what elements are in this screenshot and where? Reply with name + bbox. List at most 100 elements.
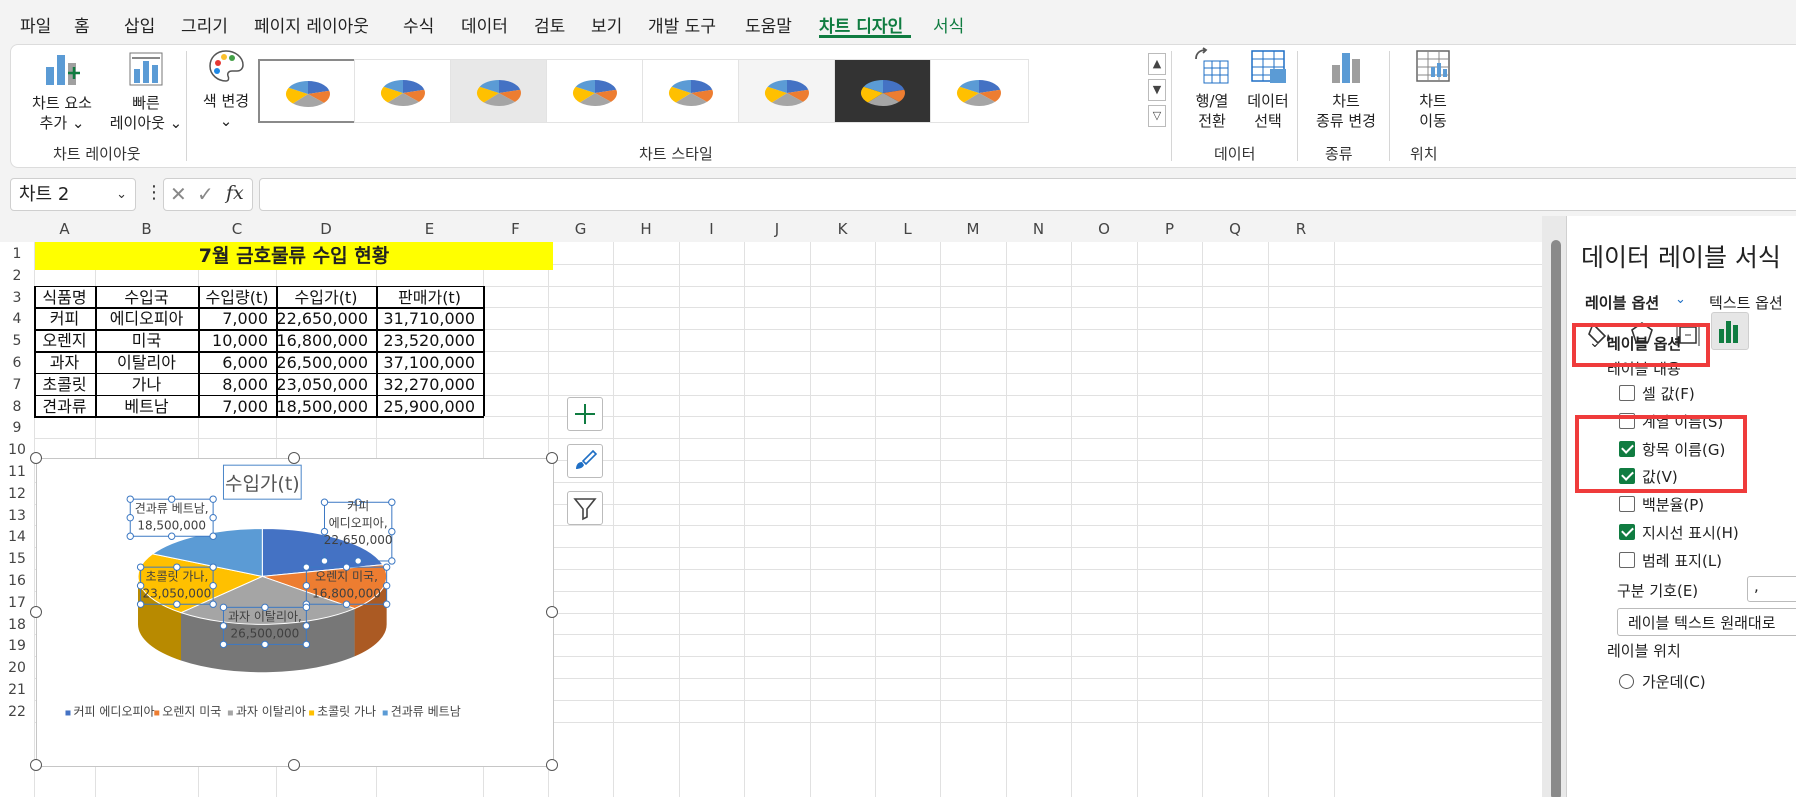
- add-chart-element-button[interactable]: 차트 요소 추가 ⌄: [25, 49, 99, 133]
- formula-input[interactable]: [259, 178, 1796, 211]
- chart-elements-button[interactable]: [567, 397, 603, 431]
- label-handle[interactable]: [219, 603, 228, 612]
- resize-handle[interactable]: [546, 759, 558, 771]
- tab-home[interactable]: 홈: [74, 12, 90, 37]
- label-handle[interactable]: [382, 581, 391, 590]
- select-data-button[interactable]: 데이터 선택: [1235, 47, 1301, 131]
- table-cell[interactable]: 에디오피아: [95, 308, 198, 330]
- table-header-cell[interactable]: 식품명: [34, 287, 95, 309]
- label-handle[interactable]: [136, 563, 145, 571]
- separator-select[interactable]: ,: [1747, 576, 1796, 602]
- tab-draw[interactable]: 그리기: [181, 12, 228, 37]
- tab-insert[interactable]: 삽입: [124, 12, 155, 37]
- row-header-12[interactable]: 12: [0, 484, 34, 506]
- column-header-H[interactable]: H: [613, 216, 679, 242]
- row-header-14[interactable]: 14: [0, 527, 34, 549]
- chart-filters-button[interactable]: [567, 491, 603, 525]
- table-cell[interactable]: 37,100,000: [376, 352, 483, 374]
- vertical-scrollbar[interactable]: [1542, 216, 1568, 797]
- column-header-J[interactable]: J: [744, 216, 810, 242]
- row-header-4[interactable]: 4: [0, 309, 34, 331]
- label-handle[interactable]: [302, 563, 311, 571]
- table-header-cell[interactable]: 판매가(t): [376, 287, 483, 309]
- chevron-down-icon[interactable]: ⌄: [1675, 292, 1686, 307]
- resize-handle[interactable]: [288, 759, 300, 771]
- label-handle[interactable]: [219, 640, 228, 649]
- option-checkbox[interactable]: [1619, 385, 1635, 401]
- label-handle[interactable]: [342, 600, 351, 608]
- pie-chart[interactable]: 수입가(t) 커피 에디오피아, 22,650,000 오렌지 미국, 16,800,00…: [30, 452, 558, 771]
- column-header-B[interactable]: B: [95, 216, 198, 242]
- tab-data[interactable]: 데이터: [461, 12, 508, 37]
- row-header-19[interactable]: 19: [0, 636, 34, 658]
- table-cell[interactable]: 가나: [95, 374, 198, 396]
- label-options-icon-button[interactable]: [1711, 312, 1749, 350]
- label-handle[interactable]: [209, 495, 217, 503]
- chart-title[interactable]: 수입가(t): [225, 473, 300, 495]
- table-cell[interactable]: 26,500,000: [276, 352, 376, 374]
- chart-style-option-2[interactable]: [354, 59, 453, 123]
- row-header-11[interactable]: 11: [0, 462, 34, 484]
- chart-style-option-1[interactable]: [258, 59, 357, 123]
- row-header-13[interactable]: 13: [0, 506, 34, 528]
- position-center-radio[interactable]: [1619, 674, 1634, 689]
- table-header-cell[interactable]: 수입국: [95, 287, 198, 309]
- row-header-21[interactable]: 21: [0, 680, 34, 702]
- column-header-R[interactable]: R: [1268, 216, 1334, 242]
- table-header-cell[interactable]: 수입량(t): [198, 287, 276, 309]
- label-handle[interactable]: [126, 532, 134, 540]
- tab-help[interactable]: 도움말: [745, 12, 792, 37]
- worksheet[interactable]: ABCDEFGHIJKLMNOPQR 1 2 3 4 5 6 7 8 9 10 11 12 13 14 15…: [0, 216, 1542, 797]
- row-header-8[interactable]: 8: [0, 397, 34, 419]
- table-cell[interactable]: 25,900,000: [376, 396, 483, 418]
- chart-style-option-7[interactable]: [834, 59, 933, 123]
- label-handle[interactable]: [354, 557, 362, 565]
- insert-function-icon[interactable]: fx: [226, 182, 244, 204]
- table-cell[interactable]: 8,000: [198, 374, 276, 396]
- table-cell[interactable]: 7,000: [198, 396, 276, 418]
- row-header-22[interactable]: 22: [0, 702, 34, 724]
- more-options-icon[interactable]: ⋮: [145, 182, 163, 203]
- table-cell[interactable]: 견과류: [34, 396, 95, 418]
- table-cell[interactable]: 과자: [34, 352, 95, 374]
- row-header-10[interactable]: 10: [0, 440, 34, 462]
- label-handle[interactable]: [209, 532, 217, 540]
- table-cell[interactable]: 오렌지: [34, 330, 95, 352]
- column-header-D[interactable]: D: [276, 216, 376, 242]
- column-header-I[interactable]: I: [679, 216, 744, 242]
- option-checkbox[interactable]: [1619, 496, 1635, 513]
- label-handle[interactable]: [388, 557, 396, 565]
- legend-entry[interactable]: 과자 이탈리아: [236, 704, 306, 718]
- chart-styles-button[interactable]: [567, 444, 603, 478]
- column-header-K[interactable]: K: [810, 216, 875, 242]
- table-cell[interactable]: 10,000: [198, 330, 276, 352]
- enter-icon[interactable]: ✓: [197, 182, 214, 206]
- tab-view[interactable]: 보기: [591, 12, 622, 37]
- table-cell[interactable]: 베트남: [95, 396, 198, 418]
- table-title[interactable]: 7월 금호물류 수입 현황: [35, 242, 553, 270]
- table-cell[interactable]: 이탈리아: [95, 352, 198, 374]
- label-handle[interactable]: [126, 495, 134, 503]
- label-handle[interactable]: [302, 640, 311, 649]
- row-header-16[interactable]: 16: [0, 571, 34, 593]
- resize-handle[interactable]: [288, 452, 300, 464]
- cancel-icon[interactable]: ✕: [170, 182, 187, 206]
- label-handle[interactable]: [382, 563, 391, 571]
- table-cell[interactable]: 미국: [95, 330, 198, 352]
- label-handle[interactable]: [173, 600, 181, 608]
- label-handle[interactable]: [302, 622, 311, 630]
- name-box[interactable]: 차트 2 ⌄: [10, 178, 136, 211]
- label-handle[interactable]: [302, 603, 311, 612]
- gallery-scroll-up-button[interactable]: ▲: [1148, 53, 1166, 75]
- table-cell[interactable]: 31,710,000: [376, 308, 483, 330]
- legend-entry[interactable]: 초콜릿 가나: [317, 704, 376, 718]
- resize-handle[interactable]: [30, 759, 42, 771]
- row-header-3[interactable]: 3: [0, 288, 34, 310]
- quick-layout-button[interactable]: 빠른 레이아웃 ⌄: [101, 49, 191, 133]
- table-cell[interactable]: 커피: [34, 308, 95, 330]
- label-handle[interactable]: [320, 557, 329, 565]
- column-header-G[interactable]: G: [548, 216, 613, 242]
- table-cell[interactable]: 6,000: [198, 352, 276, 374]
- label-handle[interactable]: [126, 514, 134, 522]
- column-header-C[interactable]: C: [198, 216, 276, 242]
